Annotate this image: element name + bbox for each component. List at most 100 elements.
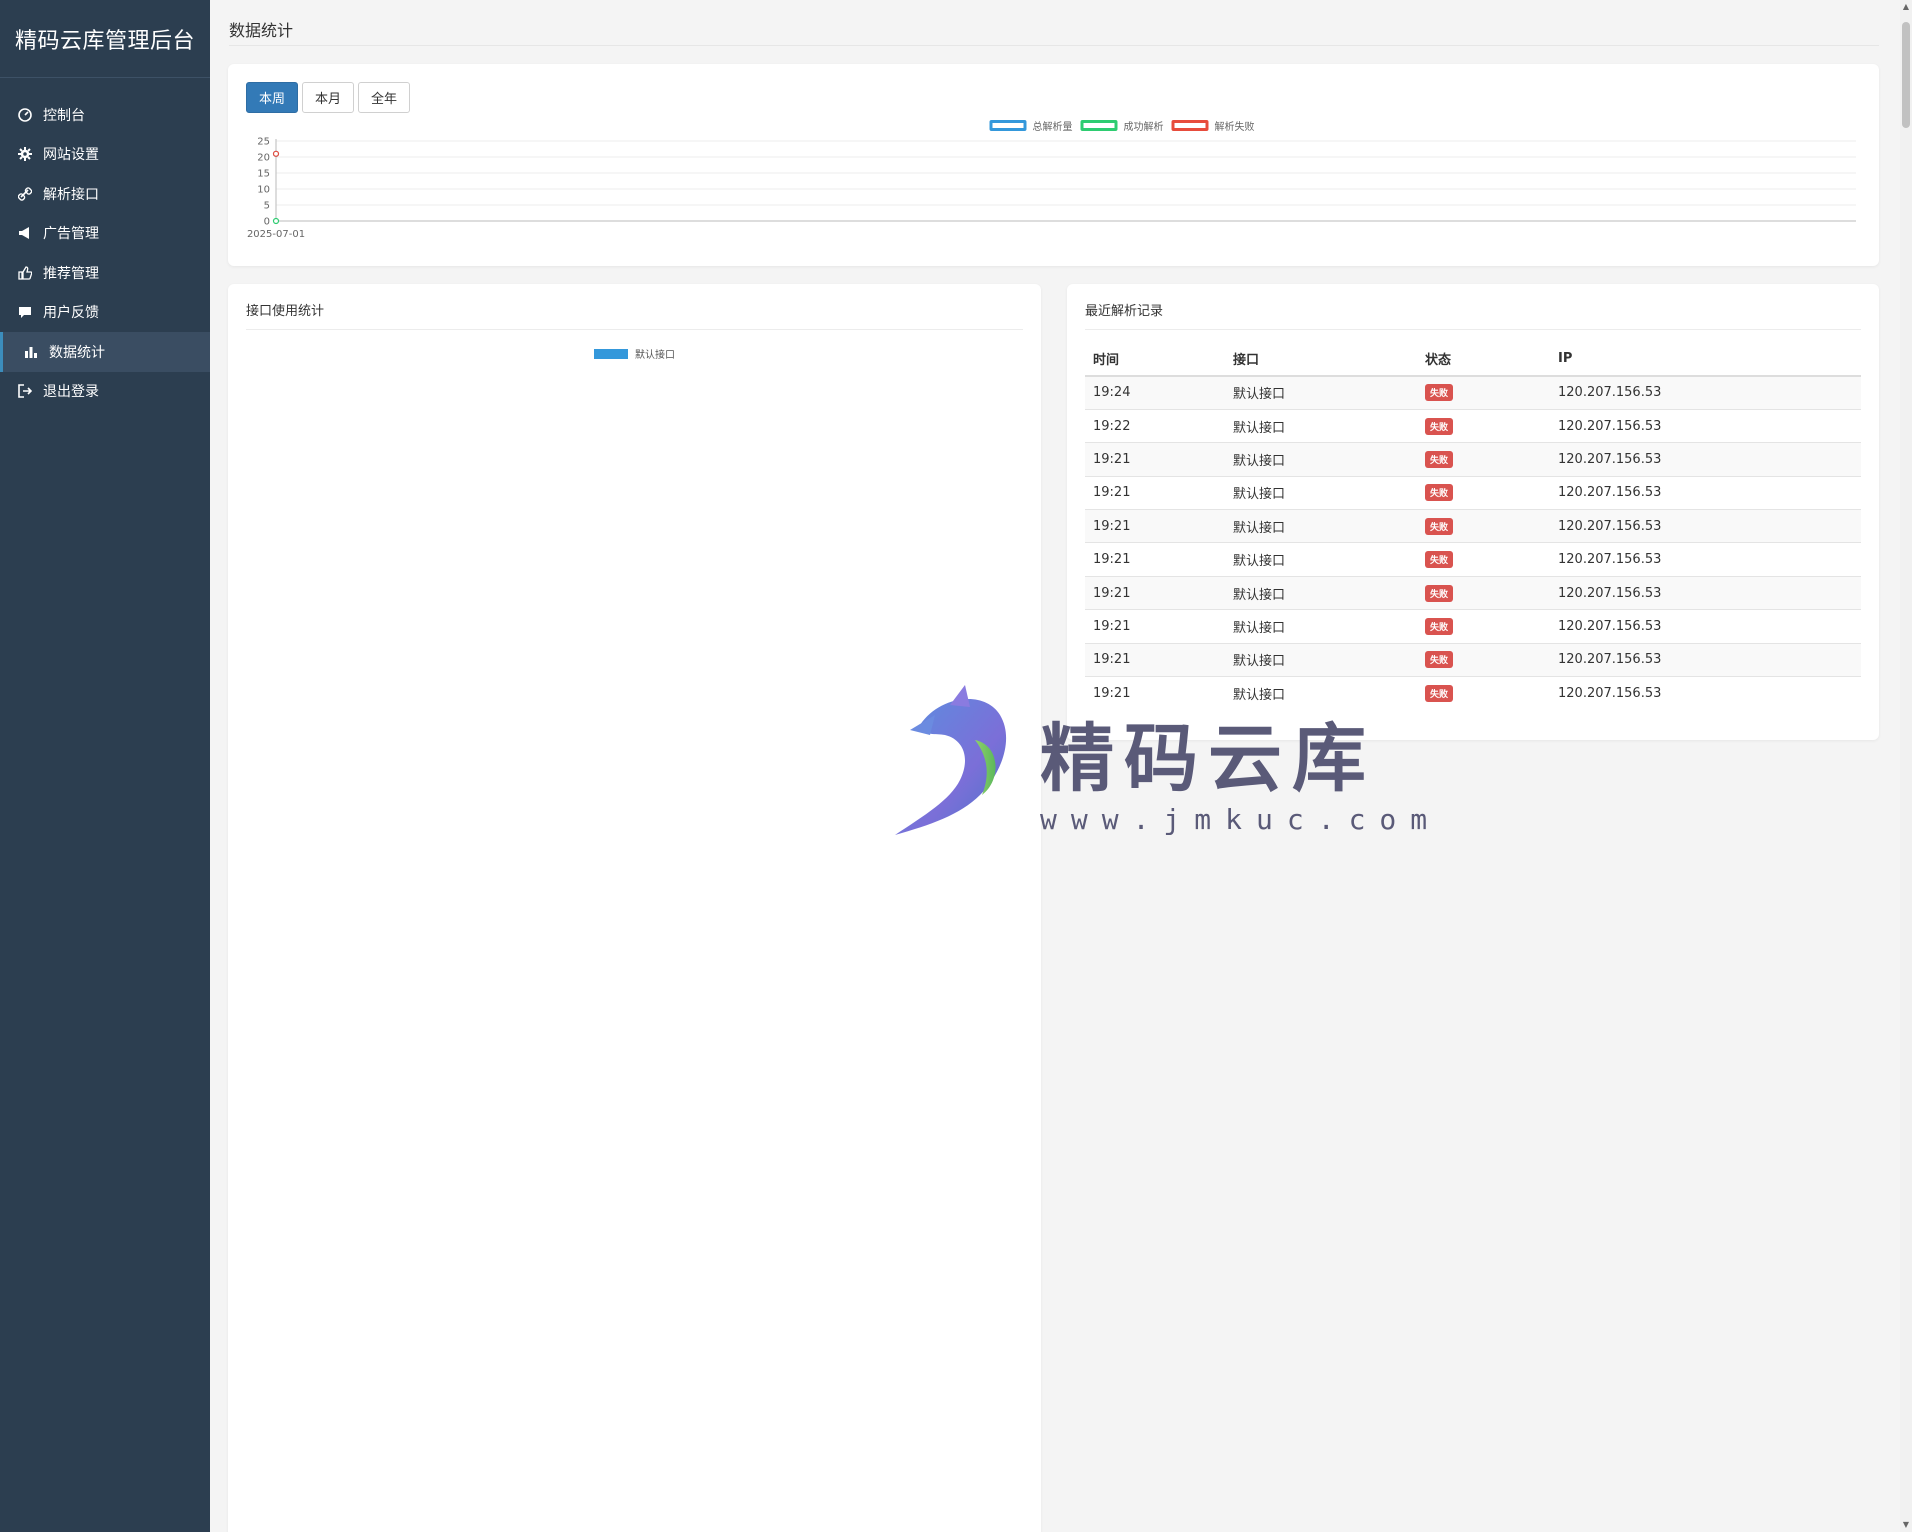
cell-time: 19:21: [1085, 475, 1225, 510]
cell-time: 19:21: [1085, 542, 1225, 577]
cell-api: 默认接口: [1225, 642, 1417, 677]
dragon-logo-icon: [895, 685, 1007, 835]
cell-time: 19:22: [1085, 408, 1225, 443]
sidebar-item-5[interactable]: 推荐管理: [0, 253, 210, 293]
gear-icon: [17, 146, 33, 162]
cell-time: 19:21: [1085, 575, 1225, 610]
sidebar-item-label: 推荐管理: [43, 265, 99, 282]
main-content: 数据统计 本周 本月 全年 总解析量 成功解析 解析失败 25 20 15 10 5 0 2025-…: [210, 0, 1900, 1532]
sidebar-item-4[interactable]: 广告管理: [0, 214, 210, 254]
cell-api: 默认接口: [1225, 375, 1417, 410]
sidebar-nav: 控制台网站设置解析接口广告管理推荐管理用户反馈数据统计退出登录: [0, 78, 210, 411]
cell-status: 失败: [1417, 542, 1550, 577]
y-tick-label: 15: [257, 169, 270, 180]
cell-status: 失败: [1417, 408, 1550, 443]
status-badge: 失败: [1425, 551, 1454, 569]
sidebar-item-2[interactable]: 网站设置: [0, 135, 210, 175]
table-row: 19:21 默认接口 失败 120.207.156.53: [1085, 575, 1861, 610]
table-row: 19:24 默认接口 失败 120.207.156.53: [1085, 375, 1861, 410]
page-title: 数据统计: [229, 21, 294, 40]
table-row: 19:21 默认接口 失败 120.207.156.53: [1085, 542, 1861, 577]
sidebar-item-6[interactable]: 用户反馈: [0, 293, 210, 333]
sidebar-item-label: 广告管理: [43, 226, 99, 243]
data-point: [272, 150, 280, 157]
cell-ip: 120.207.156.53: [1550, 375, 1861, 410]
sidebar-item-3[interactable]: 解析接口: [0, 174, 210, 214]
col-status: 状态: [1417, 342, 1550, 377]
x-tick-label: 2025-07-01: [247, 229, 305, 240]
cell-status: 失败: [1417, 676, 1550, 710]
cell-status: 失败: [1417, 509, 1550, 543]
cell-ip: 120.207.156.53: [1550, 609, 1861, 644]
cell-time: 19:21: [1085, 609, 1225, 644]
thumbs-up-icon: [17, 265, 33, 281]
bar-chart-icon: [23, 344, 39, 360]
scroll-down-arrow-icon[interactable]: ▼: [1901, 1520, 1911, 1530]
api-usage-title: 接口使用统计: [246, 300, 1023, 330]
status-badge: 失败: [1425, 651, 1454, 669]
scroll-up-arrow-icon[interactable]: ▲: [1901, 2, 1911, 12]
title-divider: [229, 45, 1879, 46]
status-badge: 失败: [1425, 617, 1454, 635]
col-api: 接口: [1225, 342, 1417, 377]
y-tick-label: 0: [264, 217, 270, 228]
legend-label: 默认接口: [635, 350, 675, 361]
scrollbar-thumb[interactable]: [1902, 22, 1910, 128]
legend-swatch: [594, 348, 628, 359]
link-icon: [17, 186, 33, 202]
sidebar-item-label: 网站设置: [43, 147, 99, 164]
comment-icon: [17, 304, 33, 320]
cell-ip: 120.207.156.53: [1550, 676, 1861, 710]
sidebar-item-label: 用户反馈: [43, 305, 99, 322]
api-usage-legend: 默认接口: [594, 346, 675, 361]
watermark: 精码云库 www.jmkuc.com: [890, 685, 1430, 845]
dashboard-icon: [17, 107, 33, 123]
status-badge: 失败: [1425, 584, 1454, 602]
status-badge: 失败: [1425, 384, 1454, 402]
sidebar-item-label: 退出登录: [43, 384, 99, 401]
cell-status: 失败: [1417, 575, 1550, 610]
sidebar-item-label: 控制台: [43, 107, 85, 124]
cell-api: 默认接口: [1225, 542, 1417, 577]
cell-ip: 120.207.156.53: [1550, 542, 1861, 577]
cell-ip: 120.207.156.53: [1550, 575, 1861, 610]
y-tick-label: 25: [257, 137, 270, 148]
cell-status: 失败: [1417, 442, 1550, 477]
cell-time: 19:21: [1085, 509, 1225, 543]
table-row: 19:21 默认接口 失败 120.207.156.53: [1085, 609, 1861, 644]
cell-ip: 120.207.156.53: [1550, 475, 1861, 510]
table-row: 19:22 默认接口 失败 120.207.156.53: [1085, 408, 1861, 443]
cell-api: 默认接口: [1225, 408, 1417, 443]
cell-status: 失败: [1417, 609, 1550, 644]
cell-ip: 120.207.156.53: [1550, 408, 1861, 443]
cell-status: 失败: [1417, 642, 1550, 677]
table-header-row: 时间 接口 状态 IP: [1085, 342, 1861, 377]
megaphone-icon: [17, 225, 33, 241]
sidebar-item-8[interactable]: 退出登录: [0, 372, 210, 412]
sidebar-item-7[interactable]: 数据统计: [0, 332, 210, 372]
table-row: 19:21 默认接口 失败 120.207.156.53: [1085, 509, 1861, 543]
cell-time: 19:21: [1085, 642, 1225, 677]
cell-api: 默认接口: [1225, 475, 1417, 510]
cell-ip: 120.207.156.53: [1550, 642, 1861, 677]
sidebar-item-label: 数据统计: [49, 344, 105, 361]
table-row: 19:21 默认接口 失败 120.207.156.53: [1085, 642, 1861, 677]
recent-records-table: 时间 接口 状态 IP 19:24 默认接口 失败 120.207.156.53 19:…: [1085, 342, 1861, 710]
recent-records-title: 最近解析记录: [1085, 300, 1861, 330]
table-row: 19:21 默认接口 失败 120.207.156.53: [1085, 442, 1861, 477]
api-usage-card: 接口使用统计 默认接口: [228, 284, 1041, 1532]
y-tick-label: 10: [257, 185, 270, 196]
data-point: [272, 217, 280, 225]
status-badge: 失败: [1425, 517, 1454, 535]
brand-title: 精码云库管理后台: [0, 0, 210, 78]
y-tick-label: 20: [257, 153, 270, 164]
vertical-scrollbar[interactable]: ▲ ▼: [1900, 0, 1912, 1532]
status-badge: 失败: [1425, 417, 1454, 435]
cell-ip: 120.207.156.53: [1550, 509, 1861, 543]
sign-out-icon: [17, 383, 33, 399]
cell-time: 19:24: [1085, 375, 1225, 410]
sidebar-item-1[interactable]: 控制台: [0, 95, 210, 135]
trend-chart-card: 本周 本月 全年 总解析量 成功解析 解析失败 25 20 15 10 5 0 2025-07-01: [228, 64, 1879, 266]
trend-line-chart: 25 20 15 10 5 02025-07-01: [247, 137, 1856, 240]
table-row: 19:21 默认接口 失败 120.207.156.53: [1085, 475, 1861, 510]
